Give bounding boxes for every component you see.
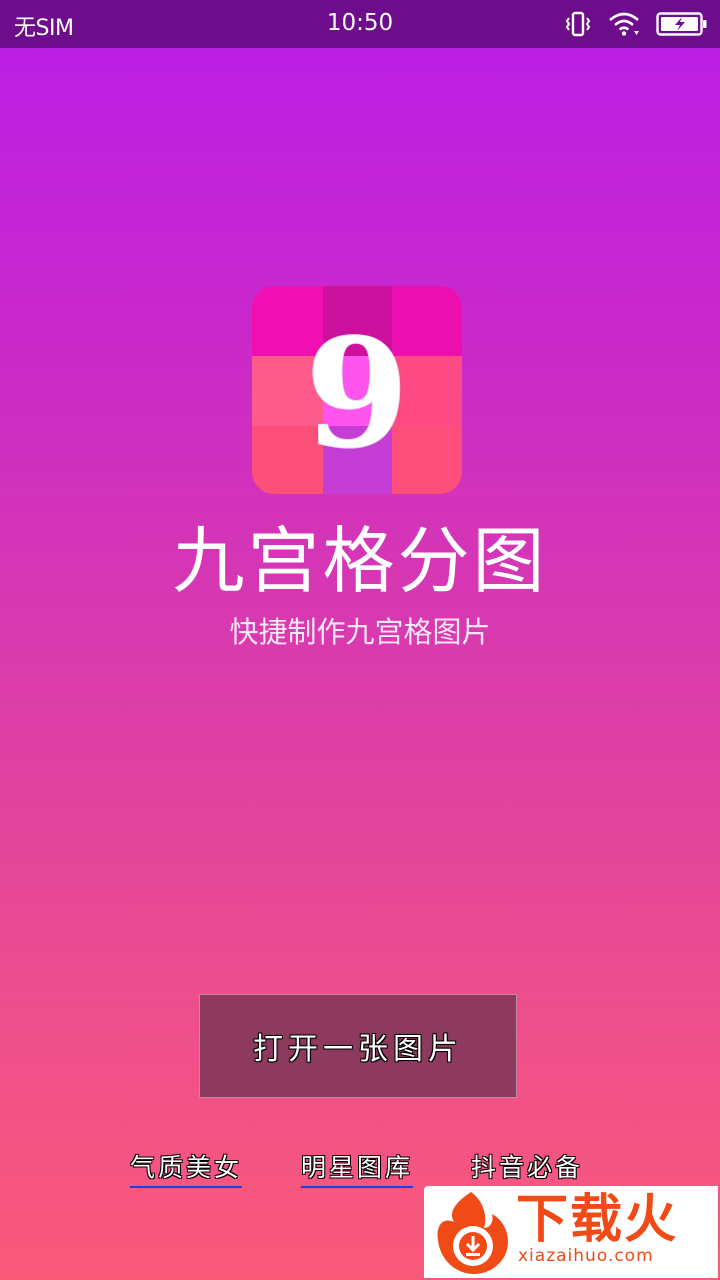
watermark-url: xiazaihuo.com [518,1246,654,1266]
watermark-brand: 下载火 [516,1190,679,1250]
open-image-button-label: 打开一张图片 [253,1032,463,1067]
open-image-button[interactable]: 打开一张图片 [199,994,517,1098]
vibrate-icon [564,10,592,38]
app-icon-digit: 9 [305,306,409,482]
app-title: 九宫格分图 [172,519,548,603]
link-celebrity-gallery[interactable]: 明星图库 [301,1152,414,1188]
link-douyin-essentials[interactable]: 抖音必备 [471,1152,584,1188]
battery-charging-icon [656,11,708,37]
status-icons [564,10,708,38]
app-subtitle: 快捷制作九宫格图片 [229,615,491,649]
nine-grid-app-icon: 9 [252,286,462,494]
status-bar: 无SIM 10:50 [0,0,720,48]
link-elegant-beauty[interactable]: 气质美女 [130,1152,243,1188]
watermark-badge: 下载火 xiazaihuo.com [424,1186,718,1278]
wifi-icon [608,11,640,37]
